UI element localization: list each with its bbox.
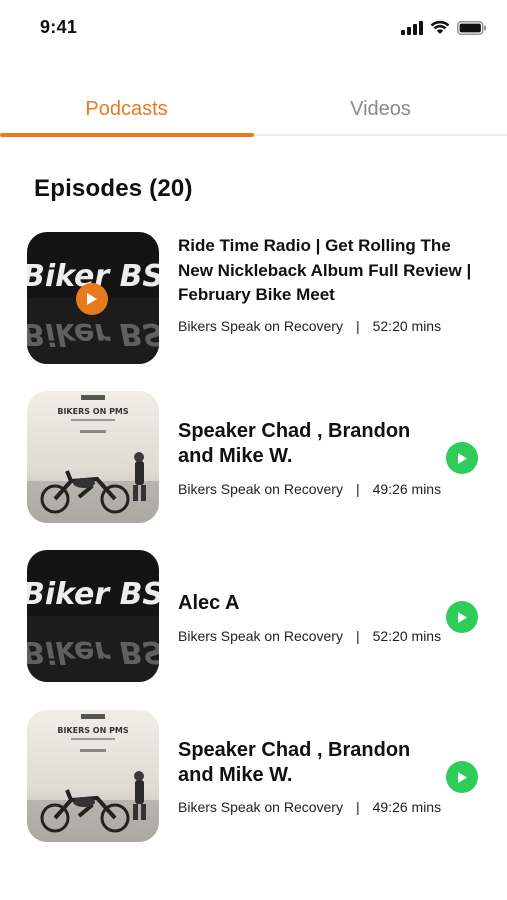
episode-meta: Bikers Speak on Recovery | 49:26 mins xyxy=(178,481,441,497)
status-icons xyxy=(401,20,487,35)
episode-duration: 52:20 mins xyxy=(372,628,442,644)
episode-artwork[interactable]: Biker BS Biker BS xyxy=(27,550,159,682)
episode-show: Bikers Speak on Recovery xyxy=(178,318,343,334)
episode-meta: Bikers Speak on Recovery | 52:20 mins xyxy=(178,318,441,334)
play-button[interactable] xyxy=(446,761,478,793)
artwork-title-text: BIKERS ON PMS xyxy=(57,726,129,735)
artwork-reflection-text: Biker BS xyxy=(27,316,159,351)
episode-artwork[interactable]: BIKERS ON PMS xyxy=(27,710,159,842)
play-button[interactable] xyxy=(446,601,478,633)
play-icon xyxy=(87,293,97,305)
episode-title[interactable]: Alec A xyxy=(178,591,478,616)
episode-duration: 52:20 mins xyxy=(372,318,442,334)
episode-item[interactable]: Biker BS Biker BS Ride Time Radio | Get … xyxy=(0,232,507,364)
episode-title-line: New Nickleback Album Full Review | xyxy=(178,260,472,280)
play-icon xyxy=(457,452,467,464)
status-bar: 9:41 xyxy=(0,0,507,60)
tab-active-indicator xyxy=(0,133,254,137)
episode-item[interactable]: BIKERS ON PMS Speaker Chad , Brandon and… xyxy=(0,391,507,523)
tab-videos[interactable]: Videos xyxy=(254,80,507,138)
episode-show: Bikers Speak on Recovery xyxy=(178,799,343,815)
meta-separator: | xyxy=(355,799,360,815)
now-playing-button[interactable] xyxy=(76,283,108,315)
meta-separator: | xyxy=(355,481,360,497)
biker-bs-artwork: Biker BS Biker BS xyxy=(27,550,159,682)
artwork-title-text: BIKERS ON PMS xyxy=(57,407,129,416)
artwork-reflection-text: Biker BS xyxy=(27,634,159,669)
play-icon xyxy=(457,611,467,623)
episode-title-line: Speaker Chad , Brandon xyxy=(178,739,411,761)
signal-icon xyxy=(401,20,423,35)
artwork-title-text: Biker BS xyxy=(27,577,159,612)
episode-meta: Bikers Speak on Recovery | 52:20 mins xyxy=(178,628,441,644)
episodes-heading: Episodes (20) xyxy=(34,175,193,202)
episode-duration: 49:26 mins xyxy=(372,799,442,815)
episode-title-line: Ride Time Radio | Get Rolling The xyxy=(178,236,451,255)
tab-podcasts[interactable]: Podcasts xyxy=(0,80,253,138)
episode-title-line: Speaker Chad , Brandon xyxy=(178,420,411,442)
episode-title[interactable]: Ride Time Radio | Get Rolling The New Ni… xyxy=(178,234,478,308)
episode-meta: Bikers Speak on Recovery | 49:26 mins xyxy=(178,799,441,815)
meta-separator: | xyxy=(355,628,360,644)
episode-title[interactable]: Speaker Chad , Brandon and Mike W. xyxy=(178,419,478,469)
episode-show: Bikers Speak on Recovery xyxy=(178,628,343,644)
play-icon xyxy=(457,771,467,783)
episode-show: Bikers Speak on Recovery xyxy=(178,481,343,497)
episode-artwork[interactable]: BIKERS ON PMS xyxy=(27,391,159,523)
episode-title-line: February Bike Meet xyxy=(178,285,335,304)
episode-item[interactable]: BIKERS ON PMS Speaker Chad , Brandon and… xyxy=(0,710,507,842)
battery-icon xyxy=(457,20,486,35)
status-time: 9:41 xyxy=(40,17,78,37)
episode-item[interactable]: Biker BS Biker BS Alec A Bikers Speak on… xyxy=(0,550,507,682)
episode-title-line: Alec A xyxy=(178,592,240,614)
meta-separator: | xyxy=(355,318,360,334)
bikers-on-pms-artwork: BIKERS ON PMS xyxy=(27,710,159,842)
episode-duration: 49:26 mins xyxy=(372,481,442,497)
play-button[interactable] xyxy=(446,442,478,474)
tab-bar: Podcasts Videos xyxy=(0,80,507,138)
episode-title-line: and Mike W. xyxy=(178,764,293,786)
episode-title-line: and Mike W. xyxy=(178,445,293,467)
episode-title[interactable]: Speaker Chad , Brandon and Mike W. xyxy=(178,738,478,788)
bikers-on-pms-artwork: BIKERS ON PMS xyxy=(27,391,159,523)
episode-artwork[interactable]: Biker BS Biker BS xyxy=(27,232,159,364)
wifi-icon xyxy=(430,20,450,34)
